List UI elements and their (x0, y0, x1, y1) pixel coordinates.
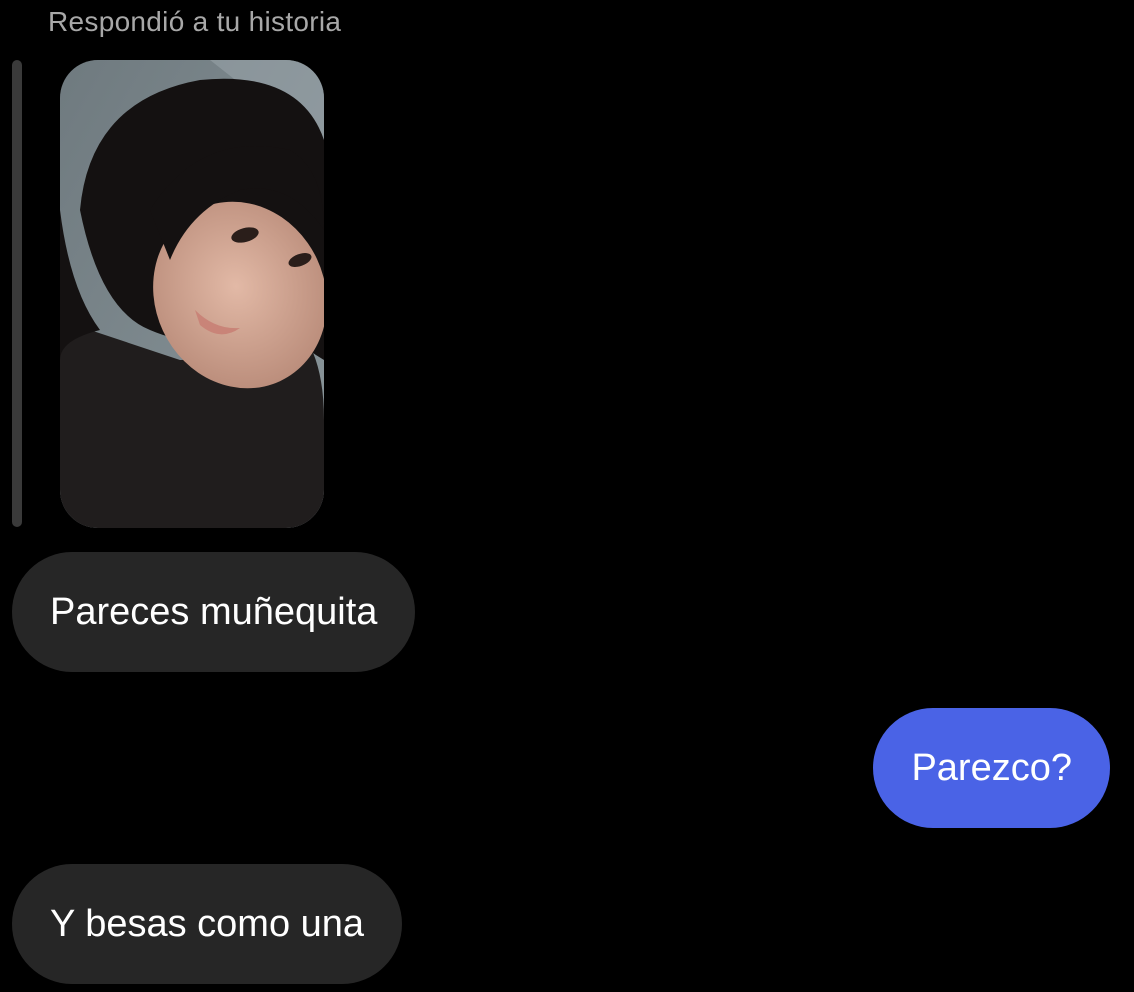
reply-indicator-bar (12, 60, 22, 527)
story-thumbnail[interactable] (60, 60, 324, 528)
message-bubble-sent[interactable]: Parezco? (873, 708, 1110, 828)
message-bubble-received[interactable]: Pareces muñequita (12, 552, 416, 672)
message-bubble-received[interactable]: Y besas como una (12, 864, 403, 984)
story-photo (60, 60, 324, 528)
story-reply-label: Respondió a tu historia (48, 6, 342, 37)
